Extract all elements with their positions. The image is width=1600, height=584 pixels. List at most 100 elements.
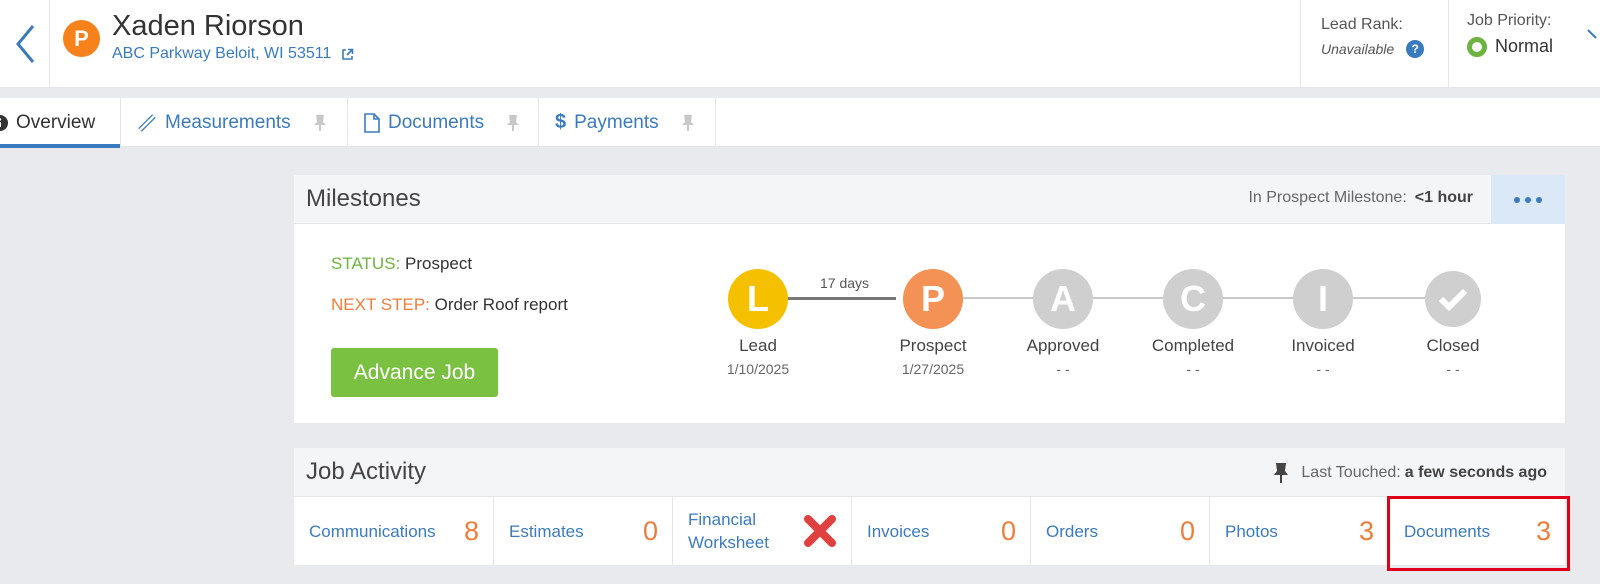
milestone-date-closed: - -	[1446, 361, 1460, 377]
activity-count: 0	[1179, 515, 1195, 546]
status-value: Prospect	[405, 254, 473, 273]
customer-address: ABC Parkway Beloit, WI 53511	[112, 45, 332, 62]
milestone-duration: In Prospect Milestone: <1 hour	[1248, 189, 1473, 207]
milestone-duration-label: In Prospect Milestone:	[1248, 189, 1407, 206]
milestone-date-prospect: 1/27/2025	[901, 361, 965, 377]
tab-measurements-label: Measurements	[165, 111, 291, 133]
track-line	[1218, 297, 1298, 299]
milestone-label-prospect: Prospect	[899, 336, 967, 355]
activity-name: Photos	[1225, 521, 1278, 541]
activity-name: Invoices	[867, 521, 930, 541]
tab-overview[interactable]: Overview	[0, 98, 121, 148]
milestone-label-completed: Completed	[1151, 336, 1235, 355]
milestone-date-invoiced: - -	[1316, 361, 1330, 377]
back-button[interactable]	[0, 0, 50, 88]
next-step-value: Order Roof report	[434, 295, 568, 314]
chevron-left-icon	[15, 25, 34, 63]
status-line: STATUS: Prospect	[331, 254, 472, 274]
job-header: P Xaden Riorson ABC Parkway Beloit, WI 5…	[0, 0, 1600, 88]
milestone-node-invoiced[interactable]: I	[1293, 269, 1353, 329]
next-step-key: NEXT STEP:	[331, 295, 430, 314]
activity-orders[interactable]: Orders 0	[1031, 497, 1210, 565]
tab-documents[interactable]: Documents	[348, 98, 539, 147]
activity-financial-worksheet[interactable]: Financial Worksheet	[673, 497, 852, 565]
milestones-title: Milestones	[306, 185, 421, 212]
milestones-card: Milestones In Prospect Milestone: <1 hour…	[294, 175, 1565, 423]
pin-icon[interactable]	[1273, 462, 1289, 484]
days-between-label: 17 days	[820, 275, 870, 291]
activity-count: 3	[1358, 515, 1374, 546]
close-icon	[804, 515, 836, 547]
milestone-label-closed: Closed	[1426, 336, 1480, 355]
milestone-date-lead: 1/10/2025	[726, 361, 790, 377]
milestone-date-approved: - -	[1056, 361, 1070, 377]
job-priority-value: Normal	[1495, 36, 1554, 56]
dot-icon	[1536, 196, 1542, 203]
dot-icon	[1525, 196, 1531, 203]
customer-name: Xaden Riorson	[112, 10, 304, 42]
last-touched-value: a few seconds ago	[1404, 464, 1547, 481]
milestone-duration-value: <1 hour	[1414, 189, 1473, 206]
track-line	[786, 297, 896, 300]
activity-name: Estimates	[509, 521, 584, 541]
more-options-button[interactable]	[1491, 175, 1565, 224]
activity-communications[interactable]: Communications 8	[294, 497, 494, 565]
milestone-node-closed[interactable]	[1425, 271, 1481, 327]
document-icon	[364, 112, 380, 133]
tab-documents-label: Documents	[388, 111, 485, 133]
job-activity-header: Job Activity Last Touched: a few seconds…	[294, 448, 1565, 497]
info-icon	[0, 114, 8, 131]
milestone-node-lead[interactable]: L	[728, 269, 788, 329]
activity-count: 0	[642, 515, 658, 546]
customer-address-link[interactable]: ABC Parkway Beloit, WI 53511	[112, 45, 354, 63]
external-link-icon	[342, 48, 354, 60]
activity-name: Financial Worksheet	[688, 510, 769, 552]
lead-rank-value-row: Unavailable ?	[1321, 40, 1448, 58]
milestone-label-invoiced: Invoiced	[1291, 336, 1355, 355]
job-tabs: Overview Measurements Documents $ Paymen…	[0, 98, 1600, 148]
job-activity-row: Communications 8 Estimates 0 Financial W…	[294, 497, 1565, 565]
lead-rank-value: Unavailable	[1321, 41, 1395, 57]
pin-icon[interactable]	[506, 114, 520, 132]
milestone-node-prospect[interactable]: P	[903, 269, 963, 329]
activity-name: Documents	[1404, 521, 1490, 541]
track-line	[958, 297, 1038, 299]
ruler-icon	[138, 113, 156, 132]
tab-payments-label: Payments	[574, 111, 659, 133]
activity-photos[interactable]: Photos 3	[1210, 497, 1389, 565]
status-key: STATUS:	[331, 254, 401, 273]
activity-name: Orders	[1046, 521, 1098, 541]
milestones-header: Milestones In Prospect Milestone: <1 hour	[294, 175, 1565, 224]
activity-count: 0	[1000, 515, 1016, 546]
help-icon[interactable]: ?	[1406, 40, 1425, 58]
milestone-node-approved[interactable]: A	[1033, 269, 1093, 329]
job-priority-label: Job Priority:	[1467, 12, 1552, 29]
milestone-label-approved: Approved	[1026, 336, 1100, 355]
milestone-track: 17 days L Lead 1/10/2025 P Prospect 1/27…	[727, 269, 1516, 379]
activity-name: Communications	[309, 521, 436, 541]
milestone-badge: P	[63, 20, 100, 57]
track-line	[1348, 297, 1428, 299]
checkmark-icon	[1438, 288, 1468, 311]
job-activity-title: Job Activity	[306, 458, 427, 485]
pin-icon[interactable]	[313, 114, 327, 132]
job-priority-value-row: Normal	[1467, 36, 1600, 57]
activity-documents[interactable]: Documents 3	[1389, 497, 1565, 565]
last-touched: Last Touched: a few seconds ago	[1273, 462, 1547, 484]
priority-indicator-icon	[1467, 36, 1487, 57]
next-step-line: NEXT STEP: Order Roof report	[331, 295, 568, 315]
job-activity-card: Job Activity Last Touched: a few seconds…	[294, 448, 1565, 565]
job-priority[interactable]: Job Priority: Normal	[1448, 0, 1600, 88]
tab-payments[interactable]: $ Payments	[539, 98, 716, 147]
pin-icon[interactable]	[681, 114, 695, 132]
activity-estimates[interactable]: Estimates 0	[494, 497, 673, 565]
dot-icon	[1514, 196, 1520, 203]
activity-count: 8	[463, 515, 479, 546]
milestone-node-completed[interactable]: C	[1163, 269, 1223, 329]
activity-invoices[interactable]: Invoices 0	[852, 497, 1031, 565]
milestone-label-lead: Lead	[739, 336, 777, 355]
track-line	[1088, 297, 1168, 299]
advance-job-button[interactable]: Advance Job	[331, 348, 498, 397]
tab-measurements[interactable]: Measurements	[121, 98, 348, 147]
chevron-down-icon[interactable]	[1586, 18, 1598, 46]
